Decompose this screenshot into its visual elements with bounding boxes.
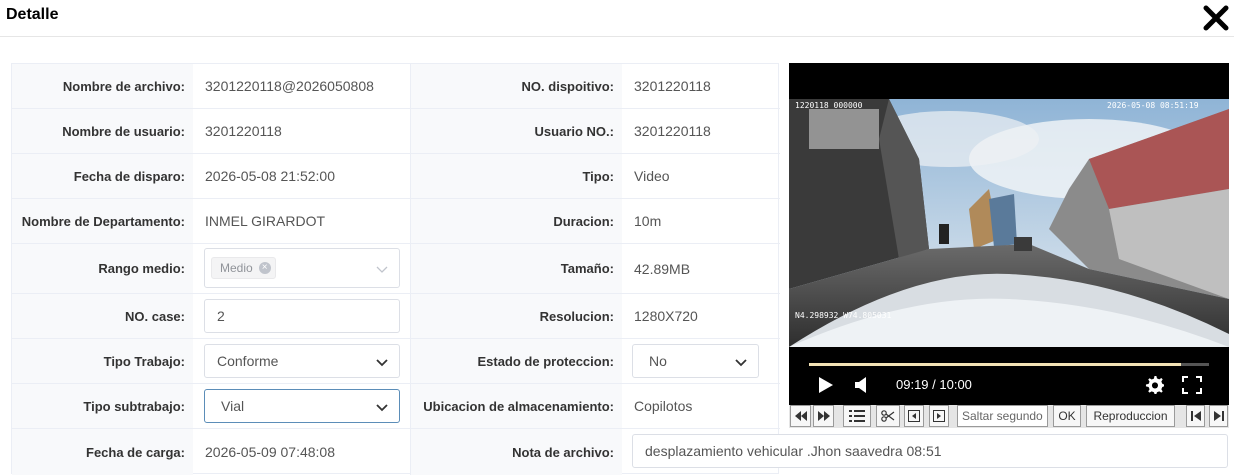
nota-archivo-input[interactable]: desplazamiento vehicular .Jhon saavedra …	[632, 434, 1228, 468]
label-ubicacion: Ubicacion de almacenamiento:	[411, 384, 622, 428]
seek-seconds-input[interactable]: Saltar segundo	[957, 405, 1048, 427]
play-icon[interactable]	[819, 377, 833, 393]
label-fecha-carga: Fecha de carga:	[12, 429, 193, 475]
chevron-down-icon	[376, 404, 388, 412]
label-resolucion: Resolucion:	[411, 294, 622, 338]
progress-bar[interactable]	[809, 363, 1209, 366]
video-frame	[789, 99, 1229, 347]
label-tipo-subtrabajo: Tipo subtrabajo:	[12, 384, 193, 428]
label-fecha-disparo: Fecha de disparo:	[12, 154, 193, 198]
label-tipo-trabajo: Tipo Trabajo:	[12, 339, 193, 383]
label-tamano: Tamaño:	[411, 244, 622, 293]
ok-button[interactable]: OK	[1053, 405, 1081, 427]
skip-end-button[interactable]	[1209, 405, 1228, 427]
value-no-dispositivo: 3201220118	[634, 78, 711, 94]
label-nombre-archivo: Nombre de archivo:	[12, 64, 193, 108]
value-duracion: 10m	[634, 213, 662, 229]
value-fecha-carga: 2026-05-09 07:48:08	[193, 429, 411, 475]
dialog-title: Detalle	[6, 6, 59, 23]
skip-start-button[interactable]	[1186, 405, 1205, 427]
tipo-trabajo-select[interactable]: Conforme	[204, 344, 400, 378]
rango-medio-tag-label: Medio	[220, 261, 253, 275]
chevron-down-icon	[376, 359, 388, 367]
skip-start-icon	[1190, 411, 1201, 421]
label-no-case: NO. case:	[12, 294, 193, 338]
form-row: Nombre de Departamento: INMEL GIRARDOT D…	[12, 199, 780, 244]
rango-medio-select[interactable]: Medio ×	[204, 248, 400, 288]
rewind-button[interactable]	[790, 405, 811, 427]
cut-button[interactable]	[876, 405, 900, 427]
value-tipo: Video	[634, 168, 670, 184]
value-resolucion: 1280X720	[634, 308, 698, 324]
value-usuario-no: 3201220118	[634, 123, 711, 139]
next-frame-icon	[933, 410, 945, 422]
estado-proteccion-select[interactable]: No	[632, 344, 759, 378]
label-nombre-usuario: Nombre de usuario:	[12, 109, 193, 153]
label-duracion: Duracion:	[411, 199, 622, 243]
value-fecha-disparo: 2026-05-08 21:52:00	[193, 154, 411, 198]
fullscreen-icon[interactable]	[1182, 376, 1202, 394]
close-icon[interactable]	[1202, 4, 1230, 32]
label-tipo: Tipo:	[411, 154, 622, 198]
osd-datetime: 2026-05-08 08:51:19	[1107, 101, 1199, 110]
tipo-subtrabajo-value: Vial	[221, 398, 245, 414]
label-nombre-departamento: Nombre de Departamento:	[12, 199, 193, 243]
osd-coords: N4.298932 W74.805031	[795, 311, 892, 320]
label-nota-archivo: Nota de archivo:	[411, 429, 622, 475]
label-estado-proteccion: Estado de proteccion:	[411, 339, 622, 383]
chevron-down-icon	[735, 359, 747, 367]
volume-icon[interactable]	[855, 377, 869, 393]
skip-end-icon	[1213, 411, 1224, 421]
video-player[interactable]: 1220118 000000 2026-05-08 08:51:19 N4.29…	[789, 63, 1229, 405]
time-display: 09:19 / 10:00	[896, 377, 972, 392]
list-button[interactable]	[843, 405, 871, 427]
fast-forward-icon	[817, 411, 830, 421]
progress-fill	[809, 363, 1181, 366]
estado-proteccion-value: No	[649, 353, 667, 369]
list-icon	[849, 410, 865, 422]
value-ubicacion: Copilotos	[634, 398, 693, 414]
value-tamano: 42.89MB	[634, 260, 691, 277]
chevron-down-icon	[376, 266, 388, 273]
tipo-subtrabajo-select[interactable]: Vial	[204, 389, 400, 423]
scissors-icon	[881, 410, 895, 422]
value-nombre-departamento: INMEL GIRARDOT	[193, 199, 411, 243]
value-nombre-usuario: 3201220118	[193, 109, 411, 153]
prev-frame-button[interactable]	[904, 405, 924, 427]
rango-medio-tag: Medio ×	[211, 257, 276, 279]
osd-device: 1220118 000000	[795, 101, 863, 110]
label-rango-medio: Rango medio:	[12, 244, 193, 293]
gear-icon[interactable]	[1145, 375, 1164, 394]
tag-remove-icon[interactable]: ×	[258, 262, 271, 274]
next-frame-button[interactable]	[929, 405, 949, 427]
tipo-trabajo-value: Conforme	[217, 353, 279, 369]
label-no-dispositivo: NO. dispoitivo:	[411, 64, 622, 108]
prev-frame-icon	[908, 410, 920, 422]
form-row: Nombre de archivo: 3201220118@2026050808…	[12, 64, 780, 109]
fast-forward-button[interactable]	[813, 405, 834, 427]
label-usuario-no: Usuario NO.:	[411, 109, 622, 153]
form-row: Fecha de disparo: 2026-05-08 21:52:00 Ti…	[12, 154, 780, 199]
form-row: Nombre de usuario: 3201220118 Usuario NO…	[12, 109, 780, 154]
playback-button[interactable]: Reproduccion	[1086, 405, 1175, 427]
no-case-input[interactable]: 2	[204, 299, 400, 333]
player-toolbar: Saltar segundo OK Reproduccion	[789, 405, 1229, 428]
rewind-icon	[794, 411, 807, 421]
dialog-header: Detalle	[0, 0, 1234, 37]
value-nombre-archivo: 3201220118@2026050808	[193, 64, 411, 108]
